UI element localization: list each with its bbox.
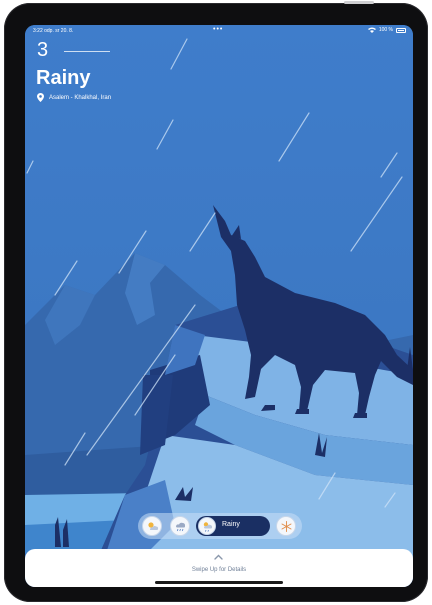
top-button <box>344 1 374 4</box>
battery-percent: 100 % <box>378 27 393 33</box>
partly-sunny-button[interactable] <box>142 516 162 536</box>
swipe-up-hint: Swipe Up for Details <box>191 567 247 573</box>
rainy-button-selected[interactable]: Rainy <box>196 516 270 536</box>
snowy-icon <box>281 520 291 532</box>
cloud-rain-button[interactable] <box>170 516 190 536</box>
partly-sunny-icon <box>147 521 158 530</box>
rainy-icon <box>203 521 212 532</box>
battery-icon <box>396 27 406 33</box>
weather-app-screen: 3:22 odp. sr 20. 8. ••• 100 % 3 Rainy As <box>25 25 413 587</box>
location-name: Asalem - Khalkhal, Iran <box>49 94 112 101</box>
temperature-row: 3 <box>37 39 111 61</box>
status-right-group: 100 % <box>367 27 406 33</box>
rainy-icon-holder <box>198 517 216 535</box>
rainy-wolf-illustration <box>25 25 413 587</box>
rainy-button-label: Rainy <box>222 521 240 528</box>
location-pin-icon <box>37 93 44 102</box>
tablet-frame: 3:22 odp. sr 20. 8. ••• 100 % 3 Rainy As <box>4 1 428 602</box>
details-bottom-sheet[interactable]: Swipe Up for Details <box>25 549 413 587</box>
temperature-value: 3 <box>37 39 49 61</box>
status-bar: 3:22 odp. sr 20. 8. ••• 100 % <box>25 25 413 37</box>
multitasking-dots[interactable]: ••• <box>213 26 223 33</box>
status-time-date: 3:22 odp. sr 20. 8. <box>33 28 74 34</box>
weather-type-selector: Rainy <box>138 513 302 539</box>
cloud-rain-icon <box>175 522 185 531</box>
temperature-divider <box>64 50 111 52</box>
wifi-icon <box>367 27 376 33</box>
home-indicator[interactable] <box>155 581 283 584</box>
location-row[interactable]: Asalem - Khalkhal, Iran <box>37 93 111 102</box>
chevron-up-icon <box>214 554 223 560</box>
snowy-button[interactable] <box>276 516 296 536</box>
weather-condition: Rainy <box>36 67 91 89</box>
